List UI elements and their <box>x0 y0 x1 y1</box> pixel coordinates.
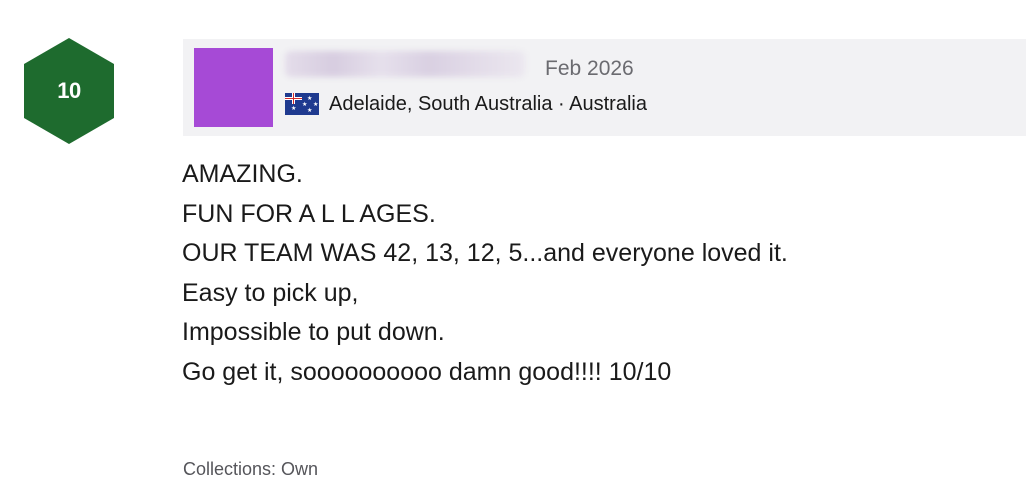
location-row: ★ ★ ★ ★ ★ Adelaide, South Australia · Au… <box>285 90 647 118</box>
review-line: OUR TEAM WAS 42, 13, 12, 5...and everyon… <box>182 239 788 267</box>
rating-badge: 10 <box>24 38 114 144</box>
review-body: AMAZING. FUN FOR A L L AGES. OUR TEAM WA… <box>182 155 1012 392</box>
australia-flag-icon: ★ ★ ★ ★ ★ <box>285 93 319 115</box>
review-line: AMAZING. <box>182 160 303 188</box>
username-blurred[interactable] <box>285 51 525 77</box>
review-line: Impossible to put down. <box>182 318 445 346</box>
review-date: Feb 2026 <box>545 57 634 80</box>
review-line: FUN FOR A L L AGES. <box>182 199 436 228</box>
rating-value: 10 <box>57 78 81 103</box>
author-header: Feb 2026 ★ ★ ★ ★ ★ Adelaide, South Austr… <box>183 39 1026 136</box>
review-line: Easy to pick up, <box>182 278 359 307</box>
location-text: Adelaide, South Australia · Australia <box>329 92 647 115</box>
review-line: Go get it, soooooooooo damn good!!!! 10/… <box>182 357 672 386</box>
collections-label: Collections: Own <box>183 459 319 479</box>
review-card: 10 Feb 2026 ★ ★ ★ ★ ★ Adelaide, South Au… <box>0 0 1026 500</box>
avatar[interactable] <box>194 48 273 127</box>
